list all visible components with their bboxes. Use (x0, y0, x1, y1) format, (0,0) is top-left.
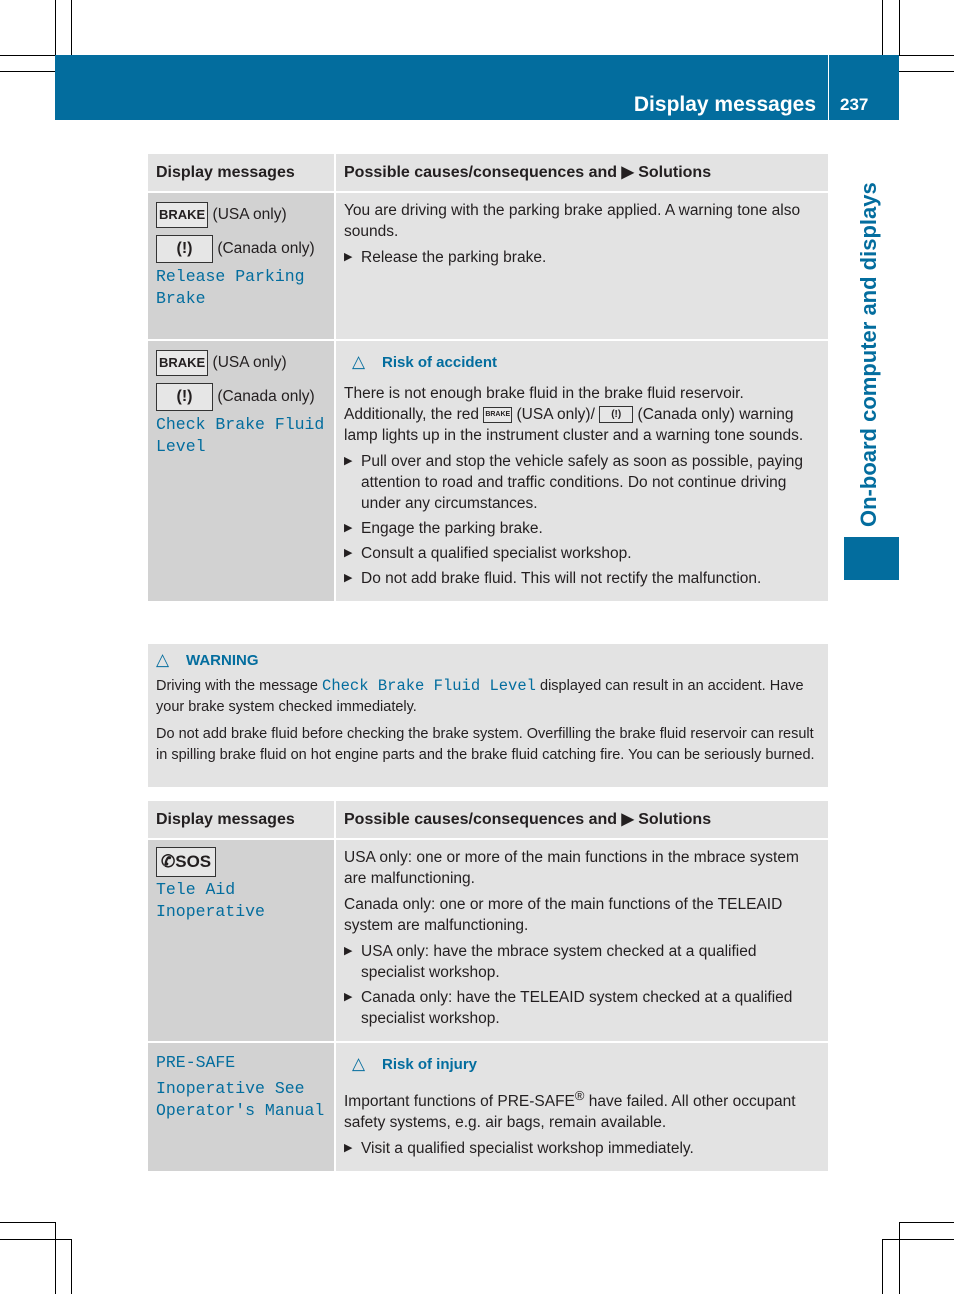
solution-step: USA only: have the mbrace system checked… (344, 941, 820, 983)
description: You are driving with the parking brake a… (344, 202, 801, 240)
solution-step: Engage the parking brake. (344, 518, 820, 539)
chapter-tab-marker (844, 537, 899, 580)
crop-mark (0, 71, 55, 72)
warning-triangle-icon: △ (156, 650, 170, 669)
message-cell: BRAKE (USA only) (!) (Canada only) Check… (148, 340, 336, 601)
warning-paragraph: Driving with the message Check Brake Flu… (156, 676, 804, 716)
table-row: PRE-SAFE Inoperative See Operator's Manu… (148, 1042, 828, 1172)
crop-mark (882, 1239, 954, 1240)
crop-mark (0, 1239, 71, 1240)
description: USA only: one or more of the main functi… (344, 849, 799, 887)
message-cell: ✆SOS Tele Aid Inoperative (148, 839, 336, 1043)
crop-mark (0, 55, 55, 56)
warning-paragraph: Do not add brake fluid before checking t… (156, 725, 815, 764)
solution-cell: △ Risk of injury Important functions of P… (335, 1042, 828, 1172)
chapter-title: On-board computer and displays (856, 182, 881, 527)
section-title: Display messages (633, 93, 816, 116)
message-cell: BRAKE (USA only) (!) (Canada only) Relea… (148, 192, 336, 341)
crop-mark (899, 1222, 900, 1294)
solution-step: Canada only: have the TELEAID system che… (344, 987, 820, 1029)
column-header: Possible causes/consequences and ▶ Solut… (335, 801, 828, 840)
crop-mark (71, 0, 72, 55)
sos-phone-icon: ✆SOS (156, 847, 217, 877)
solution-step: Consult a qualified specialist workshop. (344, 543, 820, 564)
table-row: BRAKE (USA only) (!) (Canada only) Relea… (148, 192, 828, 341)
description: There is not enough brake fluid in the b… (344, 385, 804, 444)
solution-cell: △ Risk of accident There is not enough br… (335, 340, 828, 601)
warning-triangle-icon: △ (352, 1054, 366, 1073)
crop-mark (899, 1222, 954, 1223)
column-header: Display messages (148, 154, 336, 193)
solution-step: Pull over and stop the vehicle safely as… (344, 451, 820, 514)
table-row: ✆SOS Tele Aid Inoperative USA only: one … (148, 839, 828, 1043)
solution-step: Do not add brake fluid. This will not re… (344, 568, 820, 589)
solution-step: Visit a qualified specialist workshop im… (344, 1138, 820, 1159)
display-messages-table-2: Display messages Possible causes/consequ… (148, 801, 828, 1172)
table-row: BRAKE (USA only) (!) (Canada only) Check… (148, 340, 828, 601)
message-cell: PRE-SAFE Inoperative See Operator's Manu… (148, 1042, 336, 1172)
region-label: (Canada only) (217, 388, 315, 405)
header-bar: Display messages (55, 55, 828, 120)
page-number-box: 237 (829, 55, 899, 120)
brake-warning-icon: BRAKE (156, 201, 209, 228)
solution-step: Release the parking brake. (344, 247, 820, 268)
crop-mark (882, 1239, 883, 1294)
region-label: (USA only) (212, 354, 287, 371)
brake-warning-icon: BRAKE (483, 406, 513, 423)
crop-mark (55, 1222, 56, 1294)
parking-brake-icon: (!) (156, 382, 213, 411)
crop-mark (899, 55, 954, 56)
risk-heading: △ Risk of injury (352, 1054, 478, 1073)
display-message: Check Brake Fluid Level (156, 415, 325, 456)
region-label: (Canada only) (217, 240, 315, 257)
page-number: 237 (840, 95, 869, 114)
warning-heading: △ WARNING (156, 650, 259, 669)
crop-mark (71, 1239, 72, 1294)
crop-mark (55, 0, 56, 55)
table-header-row: Display messages Possible causes/consequ… (148, 154, 828, 193)
display-message: Release Parking Brake (156, 267, 305, 308)
brake-warning-icon: BRAKE (156, 349, 209, 376)
risk-heading: △ Risk of accident (352, 352, 498, 371)
table-header-row: Display messages Possible causes/consequ… (148, 801, 828, 840)
column-header: Possible causes/consequences and ▶ Solut… (335, 154, 828, 193)
crop-mark (0, 1222, 55, 1223)
display-message: Tele Aid Inoperative (156, 880, 265, 921)
description: Important functions of PRE-SAFE® have fa… (344, 1088, 796, 1132)
crop-mark (882, 0, 883, 55)
warning-box: △ WARNING Driving with the message Check … (148, 644, 828, 787)
parking-brake-icon: (!) (156, 234, 213, 263)
crop-mark (899, 71, 954, 72)
warning-triangle-icon: △ (352, 352, 366, 371)
column-header: Display messages (148, 801, 336, 840)
region-label: (USA only) (212, 206, 287, 223)
description: Canada only: one or more of the main fun… (344, 896, 783, 934)
crop-mark (899, 0, 900, 55)
display-message: PRE-SAFE Inoperative See Operator's Manu… (156, 1053, 325, 1120)
solution-cell: USA only: one or more of the main functi… (335, 839, 828, 1043)
parking-brake-icon: (!) (599, 406, 634, 424)
display-messages-table-1: Display messages Possible causes/consequ… (148, 154, 828, 601)
solution-cell: You are driving with the parking brake a… (335, 192, 828, 341)
